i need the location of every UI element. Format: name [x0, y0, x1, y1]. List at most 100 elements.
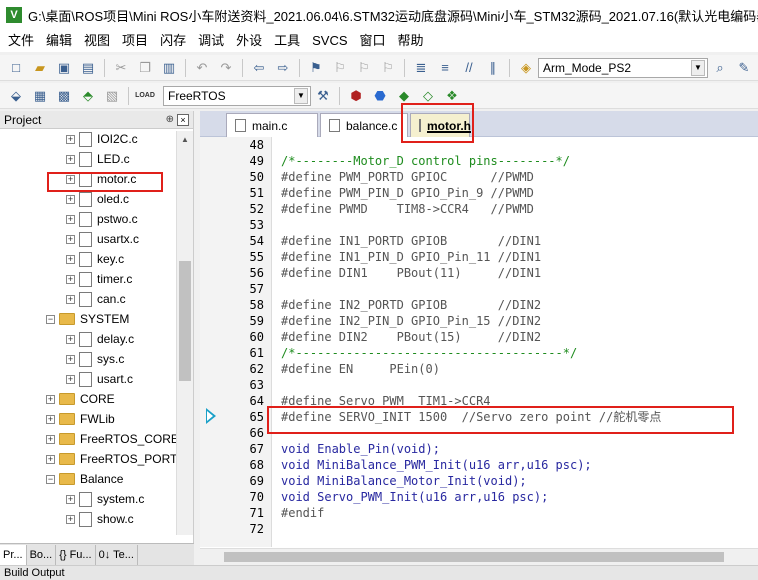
expand-icon[interactable]: + — [66, 254, 75, 264]
expand-icon[interactable]: + — [46, 434, 55, 444]
target-select[interactable]: FreeRTOS ▼ — [163, 85, 311, 106]
tree-item-motor[interactable]: + motor.c — [66, 169, 136, 189]
chevron-down-icon[interactable]: ▼ — [691, 59, 705, 76]
save-icon[interactable]: ▣ — [54, 58, 74, 78]
copy-icon[interactable]: ❐ — [135, 58, 155, 78]
expand-icon[interactable]: + — [66, 514, 75, 524]
tree-item-system[interactable]: + system.c — [66, 489, 144, 509]
expand-icon[interactable]: + — [66, 294, 75, 304]
undo-icon[interactable]: ↶ — [192, 58, 212, 78]
stop-build-icon[interactable]: ▧ — [102, 86, 122, 106]
redo-icon[interactable]: ↷ — [216, 58, 236, 78]
scroll-thumb[interactable] — [179, 261, 191, 381]
indent-icon[interactable]: ≣ — [411, 58, 431, 78]
tab-project[interactable]: Pr... — [0, 544, 27, 565]
tree-item-sys[interactable]: + sys.c — [66, 349, 124, 369]
expand-icon[interactable]: + — [66, 274, 75, 284]
tree-item-ioi2c[interactable]: + IOI2C.c — [66, 129, 138, 149]
code-editor[interactable]: 48 49/*--------Motor_D control pins-----… — [200, 137, 758, 565]
tab-books[interactable]: Bo... — [27, 544, 57, 565]
target-options-icon[interactable]: ⚒ — [313, 86, 333, 106]
find-in-files-icon[interactable]: ◈ — [516, 58, 536, 78]
menu-project[interactable]: 项目 — [116, 30, 154, 52]
outdent-icon[interactable]: ≡ — [435, 58, 455, 78]
nav-back-icon[interactable]: ⇦ — [249, 58, 269, 78]
scroll-up-icon[interactable]: ▲ — [177, 131, 193, 147]
expand-icon[interactable]: + — [66, 194, 75, 204]
new-file-icon[interactable]: □ — [6, 58, 26, 78]
expand-icon[interactable]: + — [66, 154, 75, 164]
tree-item-pstwo[interactable]: + pstwo.c — [66, 209, 138, 229]
close-icon[interactable]: × — [177, 113, 189, 126]
tree-folder-freertos-core[interactable]: + FreeRTOS_CORE — [46, 429, 179, 449]
tree-folder-system[interactable]: − SYSTEM — [46, 309, 129, 329]
file-extensions-icon[interactable]: ⬣ — [370, 86, 390, 106]
open-folder-icon[interactable]: ▰ — [30, 58, 50, 78]
tree-folder-balance[interactable]: − Balance — [46, 469, 123, 489]
collapse-icon[interactable]: − — [46, 314, 55, 324]
bookmark-clear-icon[interactable]: ⚐ — [378, 58, 398, 78]
menu-svcs[interactable]: SVCS — [306, 30, 353, 52]
tree-item-can[interactable]: + can.c — [66, 289, 126, 309]
tree-item-usartx[interactable]: + usartx.c — [66, 229, 139, 249]
pack-installer-icon[interactable]: ◆ — [394, 86, 414, 106]
expand-icon[interactable]: + — [66, 214, 75, 224]
collapse-icon[interactable]: − — [46, 474, 55, 484]
tree-folder-core[interactable]: + CORE — [46, 389, 115, 409]
scroll-thumb[interactable] — [224, 552, 724, 562]
pin-icon[interactable]: ⊕ — [166, 114, 174, 126]
tree-item-delay[interactable]: + delay.c — [66, 329, 134, 349]
chevron-down-icon[interactable]: ▼ — [294, 87, 308, 104]
rebuild-icon[interactable]: ▩ — [54, 86, 74, 106]
comment-icon[interactable]: // — [459, 58, 479, 78]
tab-main-c[interactable]: main.c — [226, 113, 318, 137]
run-time-env-icon[interactable]: ❖ — [442, 86, 462, 106]
project-vertical-scrollbar[interactable]: ▲ — [176, 131, 193, 535]
batch-build-icon[interactable]: ⬘ — [78, 86, 98, 106]
expand-icon[interactable]: + — [46, 414, 55, 424]
menu-view[interactable]: 视图 — [78, 30, 116, 52]
menu-edit[interactable]: 编辑 — [40, 30, 78, 52]
tree-item-oled[interactable]: + oled.c — [66, 189, 129, 209]
uncomment-icon[interactable]: ∥ — [483, 58, 503, 78]
bookmark-icon[interactable]: ⚑ — [306, 58, 326, 78]
select-packs-icon[interactable]: ◇ — [418, 86, 438, 106]
expand-icon[interactable]: + — [66, 174, 75, 184]
expand-icon[interactable]: + — [66, 374, 75, 384]
expand-icon[interactable]: + — [66, 134, 75, 144]
tree-item-usart[interactable]: + usart.c — [66, 369, 133, 389]
menu-help[interactable]: 帮助 — [392, 30, 430, 52]
editor-horizontal-scrollbar[interactable] — [200, 548, 758, 565]
tree-folder-freertos-portable[interactable]: +FreeRTOS_PORTABLE — [46, 449, 193, 469]
menu-tools[interactable]: 工具 — [268, 30, 306, 52]
tab-balance-c[interactable]: balance.c — [320, 113, 408, 137]
find-combo[interactable]: Arm_Mode_PS2 ▼ — [538, 57, 708, 78]
expand-icon[interactable]: + — [46, 454, 55, 464]
tab-motor-h[interactable]: motor.h — [410, 113, 471, 137]
incremental-find-icon[interactable]: ✎ — [734, 58, 754, 78]
menu-debug[interactable]: 调试 — [192, 30, 230, 52]
menu-window[interactable]: 窗口 — [354, 30, 392, 52]
nav-forward-icon[interactable]: ⇨ — [273, 58, 293, 78]
translate-icon[interactable]: ⬙ — [6, 86, 26, 106]
tree-item-led[interactable]: + LED.c — [66, 149, 130, 169]
cut-icon[interactable]: ✂ — [111, 58, 131, 78]
tab-functions[interactable]: {} Fu... — [56, 544, 96, 565]
expand-icon[interactable]: + — [66, 494, 75, 504]
save-all-icon[interactable]: ▤ — [78, 58, 98, 78]
menu-flash[interactable]: 闪存 — [154, 30, 192, 52]
manage-components-icon[interactable]: ⬢ — [346, 86, 366, 106]
tree-item-timer[interactable]: + timer.c — [66, 269, 132, 289]
expand-icon[interactable]: + — [46, 394, 55, 404]
menu-peripherals[interactable]: 外设 — [230, 30, 268, 52]
paste-icon[interactable]: ▥ — [159, 58, 179, 78]
bookmark-prev-icon[interactable]: ⚐ — [330, 58, 350, 78]
expand-icon[interactable]: + — [66, 334, 75, 344]
tree-item-show[interactable]: + show.c — [66, 509, 134, 529]
find-icon[interactable]: ⌕ — [710, 58, 730, 78]
tree-folder-fwlib[interactable]: + FWLib — [46, 409, 115, 429]
download-load-icon[interactable]: LOAD — [135, 86, 155, 106]
tree-item-key[interactable]: + key.c — [66, 249, 124, 269]
tab-templates[interactable]: 0↓ Te... — [96, 544, 138, 565]
menu-file[interactable]: 文件 — [2, 30, 40, 52]
